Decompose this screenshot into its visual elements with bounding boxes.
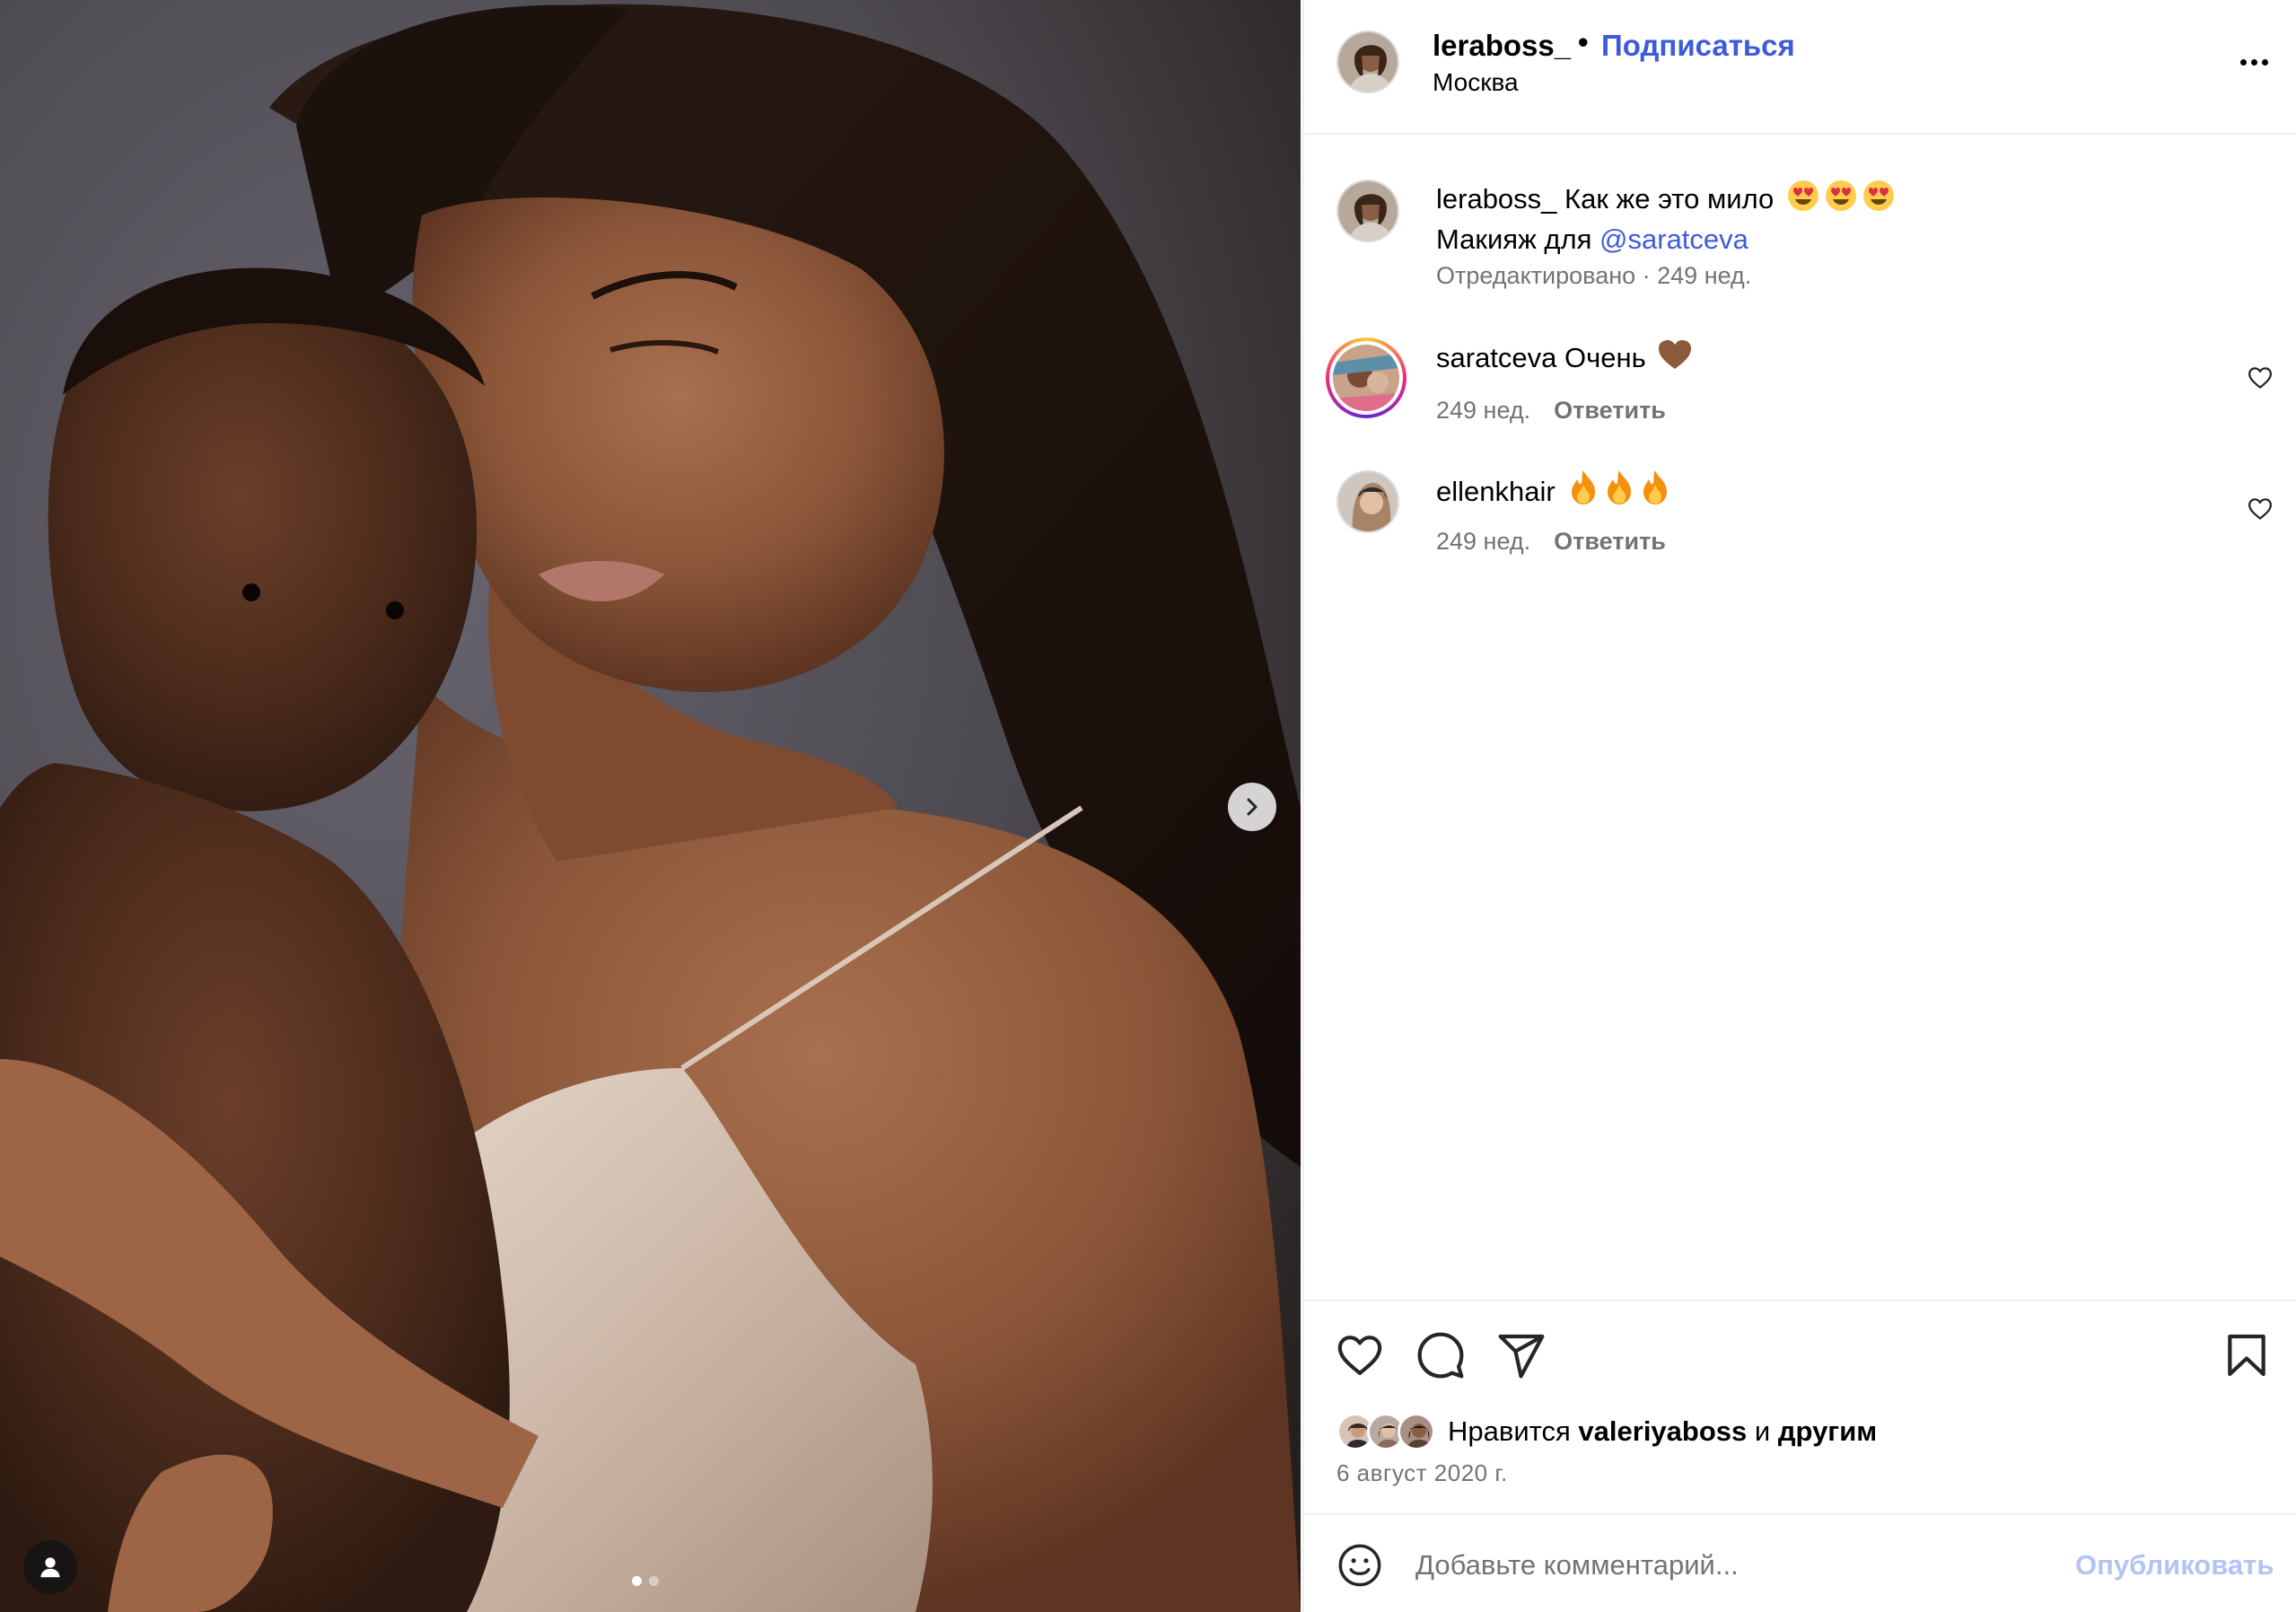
caption-line1: Как же это мило: [1564, 183, 1775, 215]
heart-icon[interactable]: [1335, 1330, 1385, 1380]
post-header: leraboss_ • Подписаться Москва: [1304, 0, 2296, 135]
comment-username[interactable]: saratceva: [1436, 342, 1556, 373]
comment-like-heart-icon[interactable]: [2247, 364, 2274, 391]
bookmark-icon[interactable]: [2222, 1330, 2272, 1380]
comment-input[interactable]: [1415, 1540, 2062, 1590]
post-media[interactable]: [0, 0, 1301, 1612]
comment-body: Очень: [1564, 342, 1646, 373]
reply-button[interactable]: Ответить: [1554, 528, 1666, 555]
chevron-right-icon: [1247, 798, 1258, 816]
likes-others[interactable]: другим: [1778, 1415, 1877, 1447]
carousel-dot-active: [632, 1576, 642, 1586]
comment-username[interactable]: ellenkhair: [1436, 476, 1555, 507]
dot: [2250, 58, 2257, 66]
comment-time: 249 нед.: [1436, 528, 1531, 555]
comment-item: ellenkhair 249 нед. Ответить: [1304, 470, 2296, 569]
comment-meta: 249 нед. Ответить: [1436, 397, 1666, 425]
caption-username[interactable]: leraboss_: [1436, 183, 1556, 215]
comment-time: 249 нед.: [1436, 397, 1531, 424]
post-date[interactable]: 6 август 2020 г.: [1336, 1459, 1508, 1487]
caption-text: leraboss_ Как же это мило Макияж для @sa…: [1436, 180, 1895, 258]
more-options-button[interactable]: [2232, 48, 2275, 75]
caption-avatar[interactable]: [1336, 180, 1399, 242]
likes-text: Нравится valeriyaboss и другим: [1448, 1415, 1877, 1448]
post-side-panel: leraboss_ • Подписаться Москва leraboss_: [1302, 0, 2296, 1612]
likes-summary: Нравится valeriyaboss и другим: [1336, 1411, 1877, 1452]
brown-heart-emoji-icon: [1659, 340, 1692, 380]
heart-eyes-emoji-icon: [1862, 180, 1895, 221]
reply-button[interactable]: Ответить: [1554, 397, 1666, 424]
caption-mention[interactable]: @saratceva: [1599, 223, 1748, 255]
publish-button[interactable]: Опубликовать: [2075, 1549, 2274, 1581]
user-icon: [40, 1557, 60, 1578]
comment-like-heart-icon[interactable]: [2247, 495, 2274, 522]
dot: [2261, 58, 2268, 66]
comment-meta: 249 нед. Ответить: [1436, 528, 1666, 556]
follow-button[interactable]: Подписаться: [1601, 29, 1795, 63]
comments-list: leraboss_ Как же это мило Макияж для @sa…: [1304, 136, 2296, 1300]
next-slide-button[interactable]: [1228, 783, 1276, 831]
carousel-indicator: [632, 1576, 659, 1586]
heart-eyes-emoji-icon: [1825, 180, 1857, 221]
likes-conj: и: [1754, 1415, 1771, 1447]
comment-text: saratceva Очень: [1436, 339, 1692, 380]
comment-icon[interactable]: [1415, 1330, 1466, 1380]
post-actions: Нравится valeriyaboss и другим 6 август …: [1304, 1300, 2296, 1515]
comment-item: saratceva Очень 249 нед. Ответить: [1304, 337, 2296, 438]
tagged-users-button[interactable]: [23, 1540, 77, 1594]
author-username[interactable]: leraboss_: [1433, 29, 1571, 63]
caption: leraboss_ Как же это мило Макияж для @sa…: [1304, 180, 2296, 289]
liker-avatars[interactable]: [1336, 1411, 1442, 1452]
comment-text: ellenkhair: [1436, 470, 1670, 513]
comment-avatar[interactable]: [1336, 470, 1399, 533]
likes-user[interactable]: valeriyaboss: [1578, 1415, 1747, 1447]
caption-meta: Отредактировано · 249 нед.: [1436, 262, 1752, 289]
emoji-picker-icon[interactable]: [1336, 1542, 1383, 1589]
likes-prefix: Нравится: [1448, 1415, 1571, 1447]
comment-avatar-story-ring[interactable]: [1326, 337, 1407, 418]
comment-composer: Опубликовать: [1304, 1513, 2296, 1612]
fire-emoji-icon: [1640, 470, 1670, 513]
fire-emoji-icon: [1604, 470, 1634, 513]
fire-emoji-icon: [1568, 470, 1599, 513]
liker-avatar: [1398, 1413, 1435, 1450]
header-separator: •: [1578, 25, 1589, 58]
post-photo: [0, 0, 1301, 1612]
caption-line2: Макияж для: [1436, 223, 1592, 255]
author-avatar[interactable]: [1336, 31, 1399, 93]
dot: [2239, 58, 2247, 66]
carousel-dot: [649, 1576, 659, 1586]
heart-eyes-emoji-icon: [1787, 180, 1819, 221]
share-icon[interactable]: [1496, 1330, 1547, 1380]
post-location[interactable]: Москва: [1433, 68, 1519, 97]
